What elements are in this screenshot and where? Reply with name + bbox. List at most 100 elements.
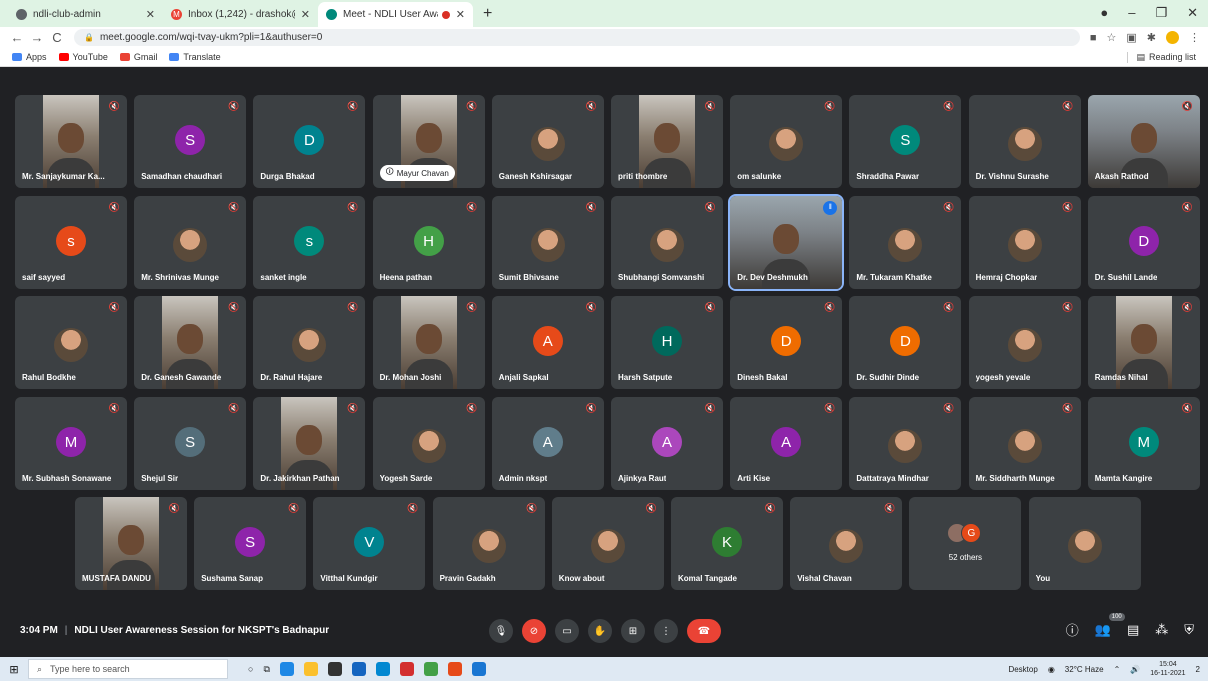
participant-tile[interactable]: H 🔇 Heena pathan	[372, 196, 485, 289]
participant-tile[interactable]: 🔇 MUSTAFA DANDU	[75, 497, 187, 590]
windows-start-icon[interactable]: ⊞	[0, 663, 28, 676]
maximize-button[interactable]: ❐	[1155, 5, 1167, 21]
participant-tile[interactable]: 🔇 Sumit Bhivsane	[491, 196, 604, 289]
participant-tile[interactable]: 🔇 Ramdas Nihal	[1087, 296, 1200, 389]
participant-tile[interactable]: 🔇 Know about	[551, 497, 664, 590]
participant-tile[interactable]: 🔇 Shubhangi Somvanshi	[611, 196, 723, 289]
profile-icon[interactable]: ●	[1100, 5, 1108, 21]
participant-tile[interactable]: 🔇 om salunke	[730, 95, 843, 188]
reload-icon[interactable]: C	[48, 30, 66, 45]
extensions-puzzle-icon[interactable]: ✱	[1147, 31, 1156, 44]
participant-tile[interactable]: S 🔇 Samadhan chaudhari	[134, 95, 247, 188]
participant-tile[interactable]: A 🔇 Ajinkya Raut	[611, 397, 723, 490]
file-explorer-icon[interactable]	[303, 662, 318, 676]
participant-tile[interactable]: S 🔇 Sushama Sanap	[194, 497, 307, 590]
participant-tile[interactable]: M 🔇 Mr. Subhash Sonawane	[15, 397, 127, 490]
minimize-button[interactable]: –	[1128, 5, 1135, 21]
participant-tile[interactable]: D 🔇 Dinesh Bakal	[730, 296, 843, 389]
edge-icon[interactable]	[279, 662, 294, 676]
participant-tile[interactable]: s 🔇 sanket ingle	[253, 196, 366, 289]
desktop-toolbar-label[interactable]: Desktop	[1008, 665, 1037, 674]
participant-tile[interactable]: 🔇 🛈 Mayur Chavan	[372, 95, 485, 188]
participant-tile[interactable]: 🔇 Mr. Tukaram Khatke	[849, 196, 962, 289]
participant-tile[interactable]: 🔇 Mr. Siddharth Munge	[968, 397, 1081, 490]
tab-gmail-inbox[interactable]: M Inbox (1,242) - drashok@nkspt.in ✕	[163, 2, 318, 27]
participant-tile[interactable]: 🔇 Hemraj Chopkar	[968, 196, 1081, 289]
participant-tile[interactable]: 🔇 Dattatraya Mindhar	[849, 397, 962, 490]
participant-tile[interactable]: 🔇 Yogesh Sarde	[372, 397, 485, 490]
participant-tile[interactable]: D 🔇 Dr. Sudhir Dinde	[849, 296, 962, 389]
microphone-button[interactable]: 🎙	[489, 619, 513, 643]
close-tab-icon[interactable]: ✕	[146, 8, 155, 21]
participant-tile[interactable]: A 🔇 Arti Kise	[730, 397, 843, 490]
weather-widget[interactable]: 32°C Haze	[1065, 665, 1104, 674]
bookmark-youtube[interactable]: YouTube	[58, 52, 108, 62]
forward-icon[interactable]: →	[28, 30, 46, 45]
url-input[interactable]: 🔒 meet.google.com/wqi-tvay-ukm?pli=1&aut…	[74, 29, 1080, 46]
photos-icon[interactable]	[375, 662, 390, 676]
present-button[interactable]: ⊞	[621, 619, 645, 643]
chat-icon[interactable]: ▤	[1127, 622, 1139, 638]
participant-tile[interactable]: 🔇 yogesh yevale	[968, 296, 1081, 389]
host-controls-icon[interactable]: ⛨	[1184, 622, 1194, 638]
participant-tile[interactable]: 🔇 Mr. Shrinivas Munge	[134, 196, 247, 289]
taskbar-search-input[interactable]: ⌕ Type here to search	[28, 659, 228, 679]
extension-icon[interactable]: ▣	[1126, 31, 1136, 44]
activities-icon[interactable]: ⁂	[1155, 622, 1168, 638]
participant-tile[interactable]: M 🔇 Mamta Kangire	[1087, 397, 1200, 490]
participant-tile[interactable]: 🔇 Pravin Gadakh	[432, 497, 545, 590]
participant-tile[interactable]: S 🔇 Shejul Sir	[134, 397, 247, 490]
new-tab-button[interactable]: +	[483, 5, 492, 23]
powerpoint-icon[interactable]	[447, 662, 462, 676]
participant-tile[interactable]: A 🔇 Admin nkspt	[491, 397, 604, 490]
people-button[interactable]: 👥 100	[1095, 612, 1125, 638]
participant-tile[interactable]: 🔇 Dr. Rahul Hajare	[253, 296, 366, 389]
participant-tile[interactable]: ⦀ Dr. Dev Deshmukh	[728, 194, 845, 291]
participant-tile[interactable]: D 🔇 Durga Bhakad	[253, 95, 366, 188]
reading-list-button[interactable]: ▤ Reading list	[1127, 51, 1196, 63]
tray-app-icon[interactable]: ◉	[1048, 665, 1055, 674]
participant-tile[interactable]: 🔇 Vishal Chavan	[790, 497, 903, 590]
participant-tile[interactable]: You	[1028, 497, 1141, 590]
captions-button[interactable]: ▭	[555, 619, 579, 643]
word-icon[interactable]	[471, 662, 486, 676]
menu-kebab-icon[interactable]: ⋮	[1189, 31, 1200, 44]
acrobat-icon[interactable]	[399, 662, 414, 676]
raise-hand-button[interactable]: ✋	[588, 619, 612, 643]
close-tab-icon[interactable]: ✕	[301, 8, 310, 21]
cortana-icon[interactable]: ○	[248, 664, 253, 674]
close-window-button[interactable]: ✕	[1187, 5, 1198, 21]
participant-tile[interactable]: K 🔇 Komal Tangade	[671, 497, 783, 590]
back-icon[interactable]: ←	[8, 30, 26, 45]
participant-tile[interactable]: s 🔇 saif sayyed	[15, 196, 127, 289]
bookmark-apps[interactable]: Apps	[12, 52, 47, 62]
clock[interactable]: 15:04 16-11-2021	[1150, 660, 1185, 678]
meeting-details-icon[interactable]: ⓘ	[1066, 620, 1079, 639]
lock-icon[interactable]: 🔒	[84, 33, 94, 42]
participant-tile[interactable]: S 🔇 Shraddha Pawar	[849, 95, 962, 188]
participant-tile[interactable]: V 🔇 Vitthal Kundgir	[313, 497, 426, 590]
mail-icon[interactable]	[351, 662, 366, 676]
store-icon[interactable]	[327, 662, 342, 676]
network-icon[interactable]: ⌃	[1114, 665, 1121, 674]
participant-tile[interactable]: 🔇 Dr. Jakirkhan Pathan	[253, 397, 366, 490]
close-tab-icon[interactable]: ✕	[456, 8, 465, 21]
tab-meet[interactable]: Meet - NDLI User Awareness ✕	[318, 2, 473, 27]
participant-tile[interactable]: 🔇 Ganesh Kshirsagar	[491, 95, 604, 188]
participant-tile[interactable]: H 🔇 Harsh Satpute	[611, 296, 723, 389]
camera-off-button[interactable]: ⊘	[522, 619, 546, 643]
avatar[interactable]	[1166, 31, 1179, 44]
volume-icon[interactable]: 🔊	[1130, 665, 1140, 674]
tab-ndli-club-admin[interactable]: ndli-club-admin ✕	[8, 2, 163, 27]
participant-tile[interactable]: 🔇 Akash Rathod	[1087, 95, 1200, 188]
participant-tile[interactable]: 🔇 Mr. Sanjaykumar Ka...	[15, 95, 127, 188]
bookmark-translate[interactable]: Translate	[169, 52, 221, 62]
chrome-icon[interactable]	[423, 662, 438, 676]
task-view-icon[interactable]: ⧉	[263, 664, 269, 675]
bookmark-gmail[interactable]: Gmail	[119, 52, 157, 62]
participant-tile[interactable]: D 🔇 Dr. Sushil Lande	[1087, 196, 1200, 289]
participant-tile[interactable]: 🔇 Dr. Mohan Joshi	[372, 296, 485, 389]
bookmark-star-icon[interactable]: ☆	[1107, 31, 1117, 44]
participant-tile[interactable]: A 🔇 Anjali Sapkal	[491, 296, 604, 389]
participant-tile[interactable]: 🔇 Rahul Bodkhe	[15, 296, 127, 389]
